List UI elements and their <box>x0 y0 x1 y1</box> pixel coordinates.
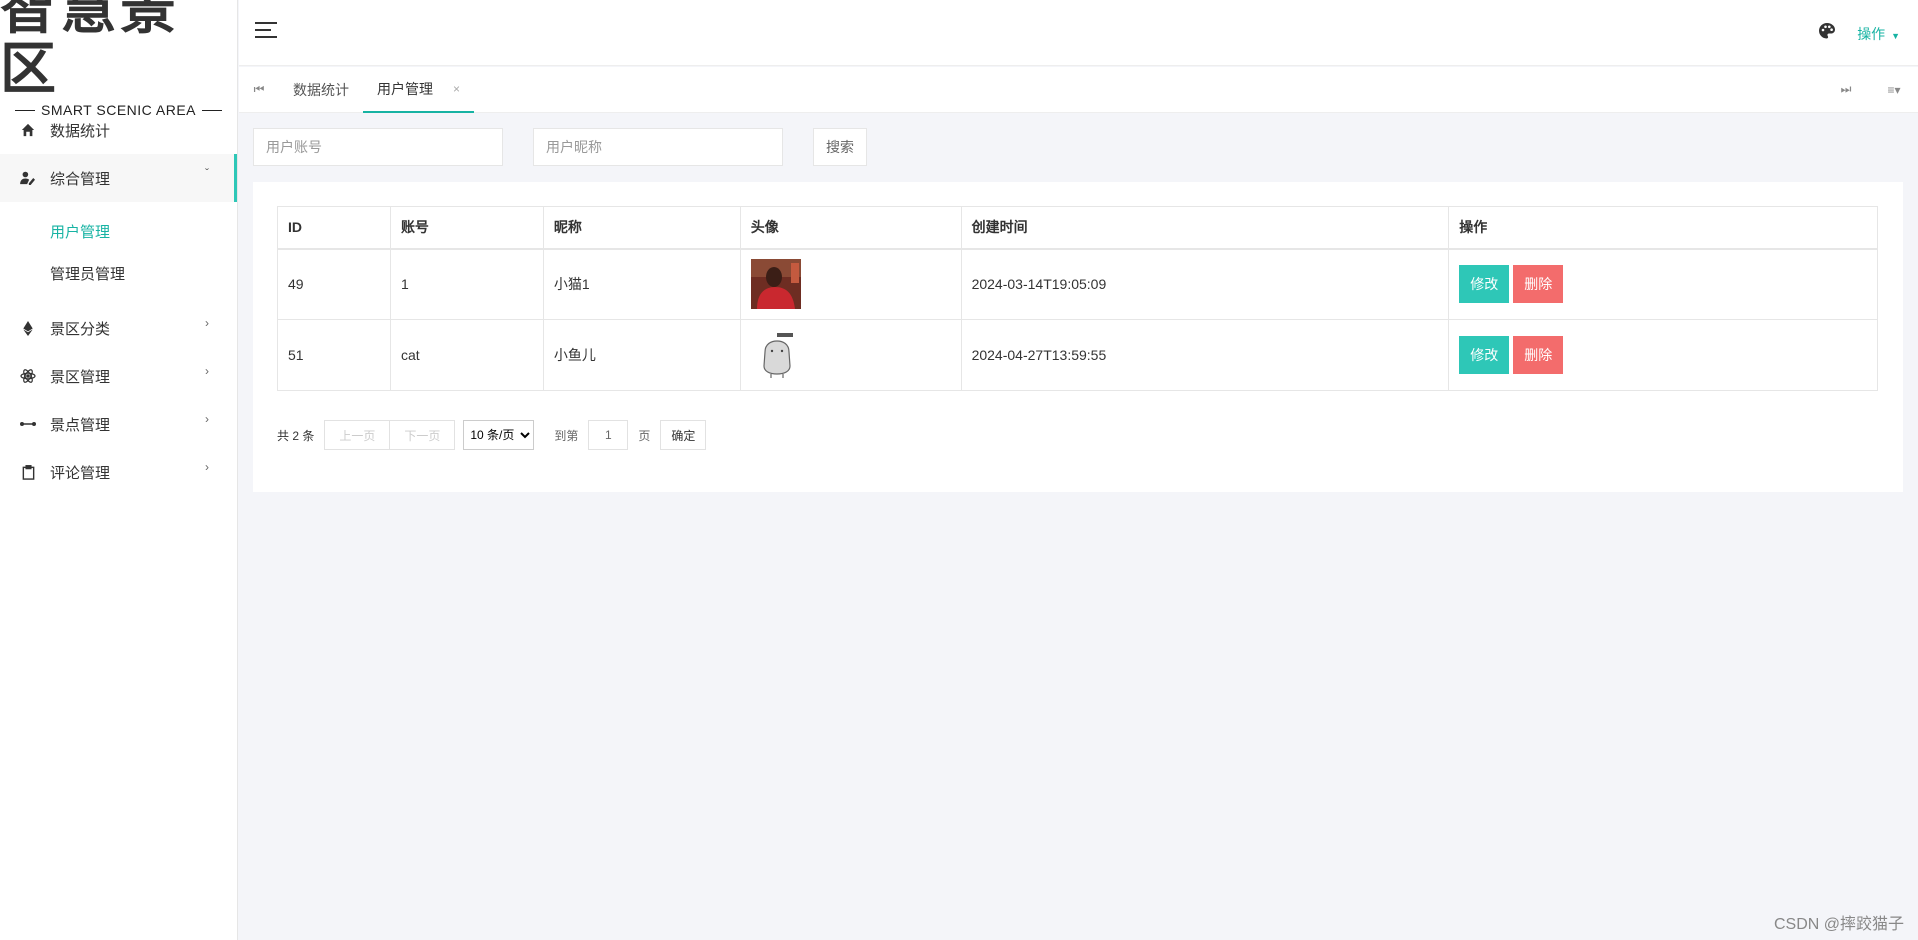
search-bar: 搜索 <box>253 128 867 166</box>
submenu: 用户管理 管理员管理 <box>0 202 237 304</box>
goto-label: 到第 <box>554 428 579 443</box>
close-icon[interactable]: × <box>453 82 460 96</box>
operation-label: 操作 <box>1857 26 1886 42</box>
goto-confirm-button[interactable]: 确定 <box>660 420 707 450</box>
pagination: 共 2 条 上一页 下一页 10 条/页 到第 页 确定 <box>277 420 707 450</box>
hamburger-menu-icon[interactable] <box>255 22 277 40</box>
user-edit-icon <box>20 170 36 186</box>
cell-nickname: 小猫1 <box>542 248 741 320</box>
tabs-scroll-left-icon[interactable]: ⏮ <box>239 67 279 113</box>
chevron-right-icon: › <box>205 364 209 378</box>
chevron-down-icon: ˇ <box>205 166 209 180</box>
chevron-right-icon: › <box>205 316 209 330</box>
delete-button[interactable]: 删除 <box>1513 265 1564 304</box>
clipboard-icon <box>20 464 36 480</box>
tabs-scroll-right-icon[interactable]: ⏭ <box>1822 67 1870 113</box>
column-header-id[interactable]: ID <box>277 206 391 250</box>
tab-label: 数据统计 <box>293 81 349 98</box>
sidebar-item-label: 数据统计 <box>50 122 111 140</box>
table-header-row: ID 账号 昵称 头像 创建时间 操作 <box>277 206 1878 250</box>
column-header-created[interactable]: 创建时间 <box>960 206 1450 250</box>
sidebar-item-label: 景区管理 <box>50 368 111 386</box>
edit-button[interactable]: 修改 <box>1459 265 1510 304</box>
arrows-h-icon <box>20 416 36 432</box>
nickname-search-input[interactable] <box>533 128 783 166</box>
cell-account: cat <box>389 319 544 391</box>
page-size-select[interactable]: 10 条/页 <box>463 420 535 450</box>
chevron-right-icon: › <box>205 412 209 426</box>
home-icon <box>20 122 36 138</box>
search-button[interactable]: 搜索 <box>813 128 867 166</box>
tab-bar: ⏮ 数据统计 用户管理 × ⏭ ≡▾ <box>239 67 1918 113</box>
user-table-card: ID 账号 昵称 头像 创建时间 操作 49 1 小猫1 2024-03-14T… <box>253 182 1903 492</box>
page-number-input[interactable] <box>588 420 629 450</box>
column-header-actions[interactable]: 操作 <box>1448 206 1878 250</box>
cell-account: 1 <box>389 248 544 320</box>
tab-label: 用户管理 <box>377 80 433 97</box>
chevron-right-icon: › <box>205 460 209 474</box>
caret-down-icon: ▼ <box>1891 31 1900 41</box>
tab-user-management[interactable]: 用户管理 × <box>363 67 475 113</box>
top-header: 操作 ▼ <box>239 0 1918 66</box>
next-page-button[interactable]: 下一页 <box>389 420 456 450</box>
delete-button[interactable]: 删除 <box>1513 336 1564 374</box>
table-row: 49 1 小猫1 2024-03-14T19:05:09 修改 删除 <box>277 248 1878 320</box>
sidebar-item-scenic-category[interactable]: 景区分类 › <box>0 304 237 352</box>
total-count: 共 2 条 <box>277 428 315 443</box>
avatar <box>750 259 801 310</box>
sidebar-subitem-user-management[interactable]: 用户管理 <box>0 210 237 252</box>
cell-created: 2024-04-27T13:59:55 <box>960 319 1450 391</box>
logo: 智慧景区 SMART SCENIC AREA <box>0 0 237 118</box>
palette-icon[interactable] <box>1818 22 1838 42</box>
user-table: ID 账号 昵称 头像 创建时间 操作 49 1 小猫1 2024-03-14T… <box>277 206 1878 391</box>
cell-nickname: 小鱼儿 <box>542 319 741 391</box>
ethereum-icon <box>20 320 36 336</box>
page-unit-label: 页 <box>638 428 651 443</box>
edit-button[interactable]: 修改 <box>1459 336 1510 374</box>
prev-page-button[interactable]: 上一页 <box>324 420 391 450</box>
avatar <box>750 330 801 380</box>
logo-title: 智慧景区 <box>0 0 180 102</box>
sidebar-item-label: 景区分类 <box>50 320 111 338</box>
account-search-input[interactable] <box>253 128 503 166</box>
tab-data-stats[interactable]: 数据统计 <box>279 67 363 113</box>
column-header-avatar[interactable]: 头像 <box>739 206 962 250</box>
sidebar-item-scenic-management[interactable]: 景区管理 › <box>0 352 237 400</box>
sidebar-item-label: 综合管理 <box>50 170 111 188</box>
sidebar-item-label: 景点管理 <box>50 416 111 434</box>
sidebar-subitem-admin-management[interactable]: 管理员管理 <box>0 252 237 294</box>
cell-id: 51 <box>277 319 391 391</box>
sidebar: 智慧景区 SMART SCENIC AREA 数据统计 综合管理 ˇ 用户管理 … <box>0 0 238 940</box>
sidebar-item-label: 评论管理 <box>50 464 111 482</box>
table-row: 51 cat 小鱼儿 2024-04-27T13:59:55 修改 删除 <box>277 319 1878 391</box>
sidebar-menu: 数据统计 综合管理 ˇ 用户管理 管理员管理 景区分类 › 景区管理 › 景点管… <box>0 106 237 496</box>
sidebar-item-general-management[interactable]: 综合管理 ˇ <box>0 154 237 202</box>
cell-id: 49 <box>277 248 391 320</box>
cell-created: 2024-03-14T19:05:09 <box>960 248 1450 320</box>
atom-icon <box>20 368 36 384</box>
column-header-account[interactable]: 账号 <box>389 206 544 250</box>
operation-dropdown[interactable]: 操作 ▼ <box>1857 24 1900 44</box>
sidebar-item-spot-management[interactable]: 景点管理 › <box>0 400 237 448</box>
sidebar-item-data-stats[interactable]: 数据统计 <box>0 106 237 154</box>
tabs-menu-icon[interactable]: ≡▾ <box>1870 67 1918 113</box>
sidebar-item-comment-management[interactable]: 评论管理 › <box>0 448 237 496</box>
watermark: CSDN @摔跤猫子 <box>1773 916 1904 933</box>
column-header-nickname[interactable]: 昵称 <box>542 206 741 250</box>
